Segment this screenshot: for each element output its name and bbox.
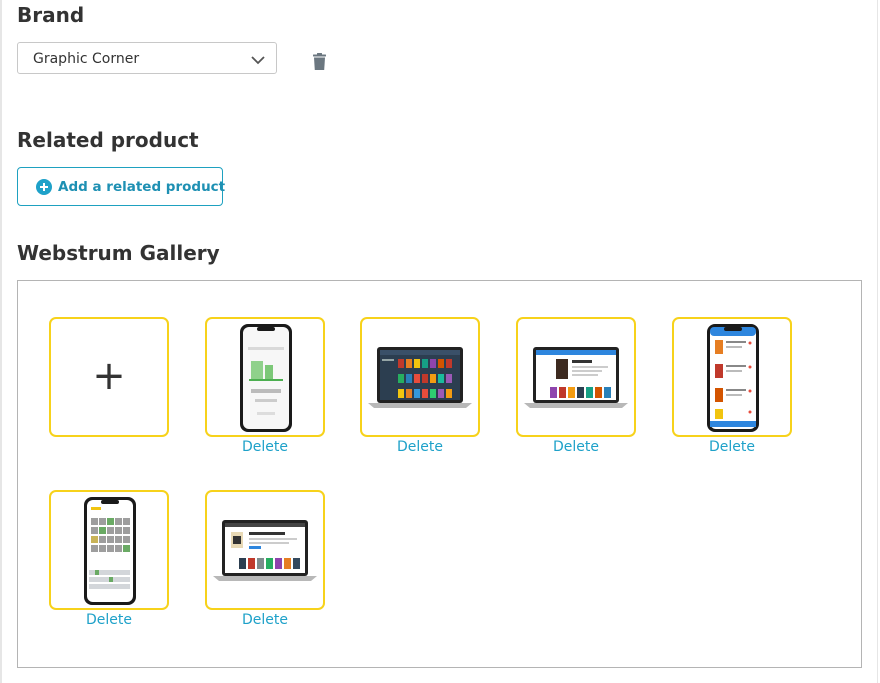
trash-icon[interactable] — [312, 53, 327, 71]
add-image-plus-icon: + — [92, 353, 126, 399]
gallery-image-3[interactable] — [516, 317, 636, 437]
brand-heading: Brand — [17, 3, 85, 27]
delete-image-6-link[interactable]: Delete — [205, 612, 325, 628]
delete-image-5-link[interactable]: Delete — [49, 612, 169, 628]
gallery-image-5[interactable] — [49, 490, 169, 610]
gallery-image-2[interactable] — [360, 317, 480, 437]
chevron-down-icon — [251, 56, 265, 65]
laptop-screenshot-thumbnail — [213, 520, 317, 581]
laptop-screenshot-thumbnail — [524, 347, 628, 408]
related-product-heading: Related product — [17, 128, 199, 152]
gallery-image-6[interactable] — [205, 490, 325, 610]
brand-select[interactable]: Graphic Corner — [17, 42, 277, 74]
laptop-screenshot-thumbnail — [368, 347, 472, 408]
delete-image-4-link[interactable]: Delete — [672, 439, 792, 455]
phone-screenshot-thumbnail — [707, 324, 759, 432]
phone-screenshot-thumbnail — [240, 324, 292, 432]
phone-screenshot-thumbnail — [84, 497, 136, 605]
delete-image-1-link[interactable]: Delete — [205, 439, 325, 455]
left-divider — [0, 0, 2, 683]
plus-circle-icon — [36, 179, 52, 195]
scroll-edge — [877, 0, 878, 683]
delete-image-3-link[interactable]: Delete — [516, 439, 636, 455]
gallery-image-4[interactable] — [672, 317, 792, 437]
delete-image-2-link[interactable]: Delete — [360, 439, 480, 455]
add-related-product-label: Add a related product — [58, 179, 226, 195]
gallery-heading: Webstrum Gallery — [17, 241, 220, 265]
add-related-product-button[interactable]: Add a related product — [17, 167, 226, 206]
gallery-image-1[interactable] — [205, 317, 325, 437]
add-image-tile[interactable]: + — [49, 317, 169, 437]
brand-select-value: Graphic Corner — [33, 51, 140, 67]
